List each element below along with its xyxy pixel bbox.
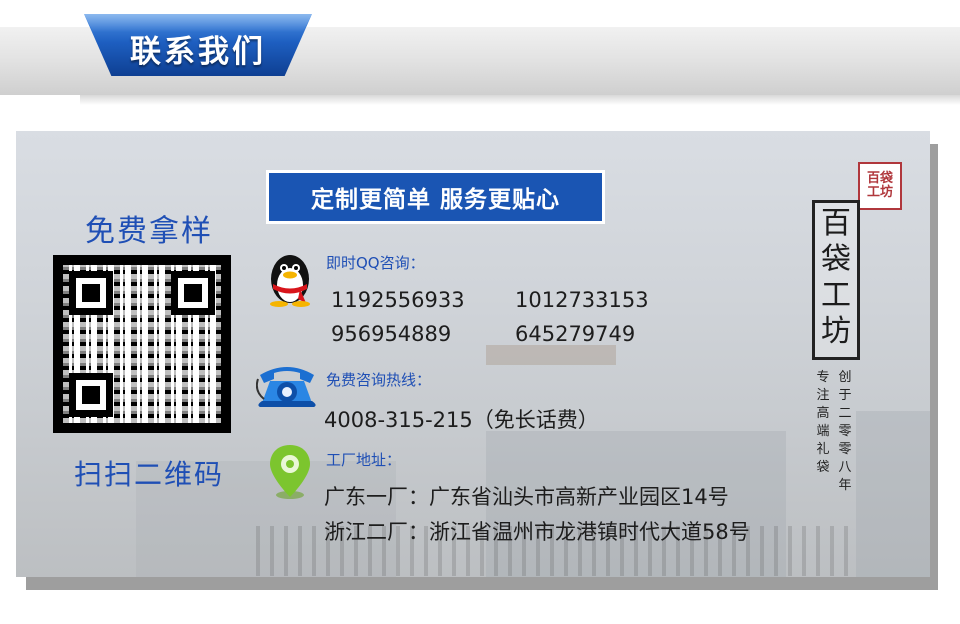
qq-label: 即时QQ咨询： — [326, 254, 425, 272]
background-building — [856, 411, 930, 577]
qq-number[interactable]: 645279749 — [515, 322, 635, 346]
background-sign — [486, 345, 616, 365]
qr-finder-pattern — [69, 373, 113, 417]
qr-finder-pattern — [171, 271, 215, 315]
brand-founded-text: 创于二零零八年 — [838, 370, 852, 493]
qr-finder-pattern — [69, 271, 113, 315]
brand-seal: 百袋工坊 — [858, 162, 902, 210]
contact-card: 免费拿样 扫扫二维码 定制更简单 服务更贴心 即时QQ咨询： 119255693… — [16, 131, 930, 577]
brand-name: 百袋工坊 — [821, 206, 851, 349]
factory-address-label: 工厂地址： — [326, 451, 402, 469]
page-title: 联系我们 — [130, 34, 266, 70]
brand-tagline: 专注高端礼袋 — [816, 370, 830, 475]
free-sample-heading: 免费拿样 — [85, 214, 213, 249]
qr-code — [53, 255, 231, 433]
telephone-icon — [256, 367, 316, 407]
qq-number[interactable]: 956954889 — [331, 322, 451, 346]
factory-address: 广东一厂：广东省汕头市高新产业园区14号 — [324, 485, 729, 509]
location-pin-icon — [270, 445, 310, 499]
contact-us-page: 联系我们 免费拿样 扫扫二维码 定制更简单 服务更贴心 即时QQ咨询： 1192… — [0, 0, 960, 624]
hotline-label: 免费咨询热线： — [326, 371, 432, 389]
hotline-number[interactable]: 4008-315-215（免长话费） — [324, 404, 599, 434]
qq-penguin-icon — [270, 255, 310, 307]
qq-number[interactable]: 1012733153 — [515, 288, 649, 312]
header-shadow — [80, 95, 960, 105]
scan-qr-caption: 扫扫二维码 — [73, 458, 224, 491]
slogan-banner: 定制更简单 服务更贴心 — [266, 170, 605, 224]
qq-number[interactable]: 1192556933 — [331, 288, 465, 312]
factory-address: 浙江二厂：浙江省温州市龙港镇时代大道58号 — [324, 520, 750, 544]
seal-text: 百袋工坊 — [866, 171, 893, 200]
